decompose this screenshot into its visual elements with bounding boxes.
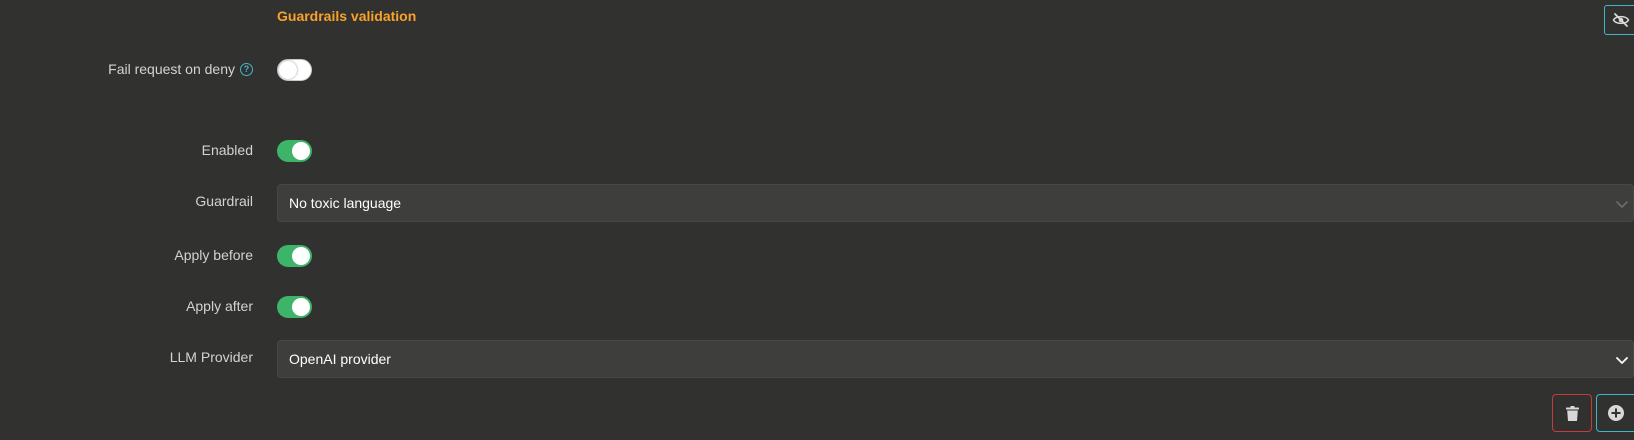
eye-slash-icon — [1612, 13, 1630, 27]
llm-provider-select[interactable]: OpenAI provider — [277, 340, 1634, 378]
apply-after-toggle[interactable] — [277, 296, 312, 318]
toggle-knob — [292, 298, 310, 316]
fail-request-on-deny-label-row: Fail request on deny ? — [108, 59, 253, 79]
apply-after-label: Apply after — [186, 298, 253, 314]
toggle-knob — [292, 247, 310, 265]
toggle-knob — [292, 142, 310, 160]
toggle-knob — [279, 61, 297, 79]
toggle-visibility-button[interactable] — [1604, 5, 1634, 35]
apply-before-toggle[interactable] — [277, 245, 312, 267]
plus-circle-icon — [1607, 405, 1624, 421]
delete-button[interactable] — [1552, 394, 1592, 432]
guardrail-label: Guardrail — [195, 193, 253, 209]
guardrail-selected-value: No toxic language — [289, 195, 402, 211]
add-button[interactable] — [1596, 394, 1634, 432]
guardrails-panel: Guardrails validation Fail request on de… — [0, 0, 1634, 440]
fail-request-on-deny-toggle[interactable] — [277, 59, 312, 81]
guardrail-select[interactable]: No toxic language — [277, 184, 1634, 222]
section-title: Guardrails validation — [277, 8, 417, 24]
llm-provider-label: LLM Provider — [169, 349, 253, 365]
llm-provider-selected-value: OpenAI provider — [289, 351, 391, 367]
chevron-down-icon — [1616, 357, 1628, 364]
apply-before-label: Apply before — [174, 247, 253, 263]
trash-icon — [1565, 405, 1579, 421]
chevron-down-icon — [1616, 201, 1628, 208]
enabled-label: Enabled — [201, 142, 253, 158]
question-circle-icon[interactable]: ? — [240, 62, 253, 76]
fail-request-on-deny-label: Fail request on deny — [108, 61, 235, 77]
enabled-toggle[interactable] — [277, 140, 312, 162]
